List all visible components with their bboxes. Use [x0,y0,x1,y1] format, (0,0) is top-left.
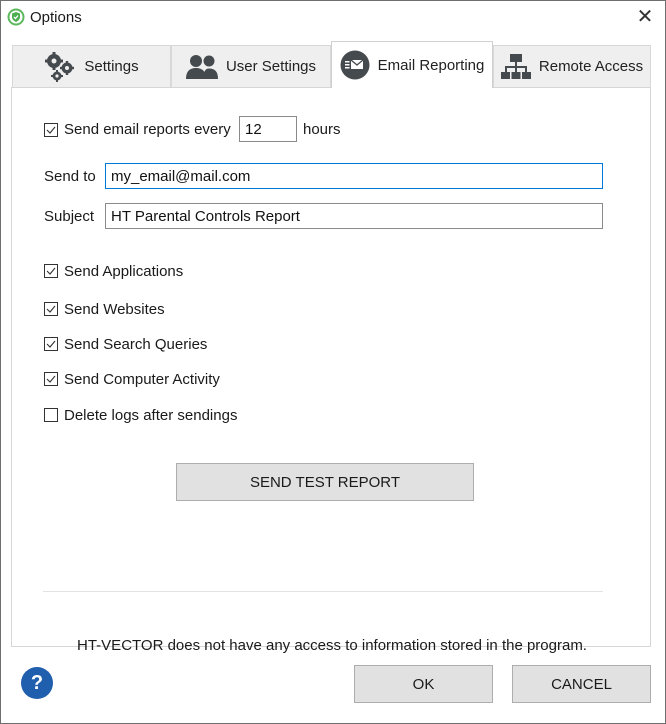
check-icon [46,267,56,275]
tab-user-settings[interactable]: User Settings [171,45,331,87]
send-every-label: Send email reports every [64,121,231,138]
send-to-label: Send to [44,168,96,185]
tab-label: Settings [84,58,139,75]
send-computer-activity-label: Send Computer Activity [64,371,220,388]
divider [43,591,603,592]
send-test-report-label: SEND TEST REPORT [249,473,401,491]
check-icon [46,126,56,134]
check-icon [46,375,56,383]
send-every-checkbox[interactable] [44,123,58,137]
check-icon [46,340,56,348]
send-applications-label: Send Applications [64,263,184,280]
email-reporting-panel: Send email reports every hours Send to S… [11,87,651,654]
client-area: Settings User Settings Email Reporting R… [1,35,665,723]
tab-label: Email Reporting [377,56,485,74]
tab-email-reporting[interactable]: Email Reporting [331,41,493,88]
check-icon [46,305,56,313]
ok-button[interactable]: OK [354,665,493,703]
cancel-label: CANCEL [551,675,612,693]
title-bar: Options ✕ [1,1,665,35]
help-button[interactable]: ? [21,667,53,699]
options-window: Options ✕ Settings User Settings Email R… [0,0,666,724]
send-websites-label: Send Websites [64,301,165,318]
close-button[interactable]: ✕ [633,6,657,30]
hours-label: hours [303,121,341,138]
tab-label: User Settings [225,58,317,75]
subject-input[interactable] [105,203,603,229]
send-websites-checkbox[interactable] [44,302,58,316]
send-search-queries-checkbox[interactable] [44,337,58,351]
delete-logs-checkbox[interactable] [44,408,58,422]
tab-settings[interactable]: Settings [12,45,171,87]
close-icon: ✕ [636,6,654,28]
send-computer-activity-checkbox[interactable] [44,372,58,386]
app-shield-icon [7,8,25,26]
network-icon [500,53,531,79]
cancel-button[interactable]: CANCEL [512,665,651,703]
tab-label: Remote Access [538,58,644,75]
hours-input[interactable] [239,116,297,142]
send-test-report-button[interactable]: SEND TEST REPORT [176,463,474,501]
send-search-queries-label: Send Search Queries [64,336,208,353]
tab-remote-access[interactable]: Remote Access [493,45,651,87]
send-to-input[interactable] [105,163,603,189]
subject-label: Subject [44,208,95,225]
gears-icon [45,51,75,82]
ok-label: OK [412,675,435,693]
email-icon [340,50,370,80]
help-icon: ? [30,672,44,694]
window-title: Options [30,9,82,26]
delete-logs-label: Delete logs after sendings [64,407,238,424]
users-icon [185,54,218,79]
send-applications-checkbox[interactable] [44,264,58,278]
privacy-note: HT-VECTOR does not have any access to in… [77,637,587,654]
